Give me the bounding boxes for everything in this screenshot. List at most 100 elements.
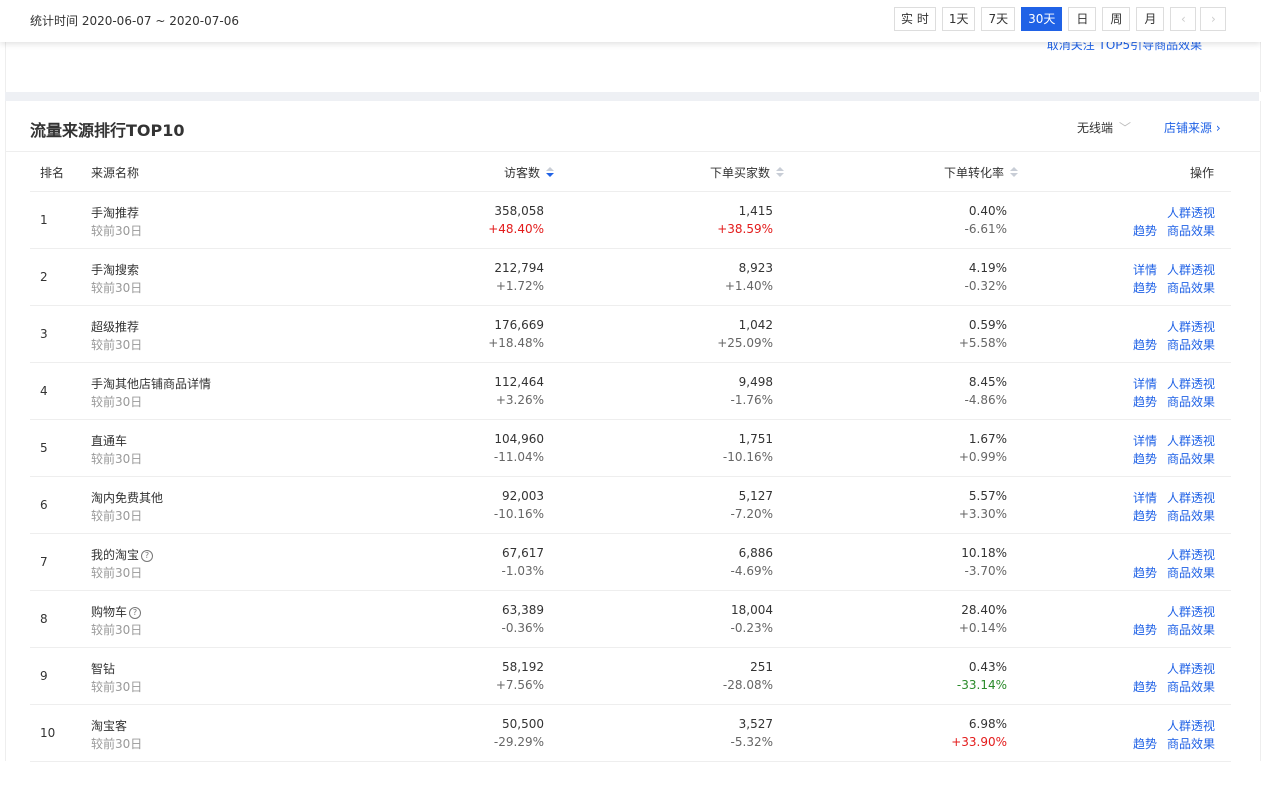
trend-link[interactable]: 趋势: [1133, 509, 1157, 523]
conversion-value: 5.57%: [968, 489, 1007, 503]
actions-bottom: 趋势 商品效果: [1123, 222, 1215, 239]
prev-period-button[interactable]: ‹: [1170, 7, 1197, 31]
header-buyers[interactable]: 下单买家数: [710, 164, 785, 181]
chevron-left-icon: ‹: [1180, 12, 1186, 26]
goods-effect-link[interactable]: 商品效果: [1167, 395, 1215, 409]
crowd-insight-link[interactable]: 人群透视: [1167, 605, 1215, 619]
rank: 2: [40, 270, 48, 284]
header-conversion[interactable]: 下单转化率: [944, 164, 1019, 181]
table-row: 9 智钻 较前30日 58,192 +7.56% 251 -28.08% 0.43% -33.1…: [30, 648, 1231, 705]
conversion-change: +3.30%: [958, 507, 1007, 521]
conversion-change: -0.32%: [964, 279, 1007, 293]
period-1d-button[interactable]: 1天: [941, 7, 976, 31]
period-day-button[interactable]: 日: [1068, 7, 1097, 31]
visitors-value: 212,794: [494, 261, 544, 275]
conversion-change: +5.58%: [958, 336, 1007, 350]
trend-link[interactable]: 趋势: [1133, 224, 1157, 238]
period-7d-button[interactable]: 7天: [981, 7, 1016, 31]
conversion-change: +33.90%: [951, 735, 1007, 749]
goods-effect-link[interactable]: 商品效果: [1167, 566, 1215, 580]
actions-bottom: 趋势 商品效果: [1123, 507, 1215, 524]
period-30d-button[interactable]: 30天: [1021, 7, 1063, 31]
detail-link[interactable]: 详情: [1133, 434, 1157, 448]
goods-effect-link[interactable]: 商品效果: [1167, 281, 1215, 295]
goods-effect-link[interactable]: 商品效果: [1167, 737, 1215, 751]
buyers-change: -7.20%: [730, 507, 773, 521]
crowd-insight-link[interactable]: 人群透视: [1167, 320, 1215, 334]
trend-link[interactable]: 趋势: [1133, 281, 1157, 295]
compare-label: 较前30日: [91, 566, 143, 580]
trend-link[interactable]: 趋势: [1133, 680, 1157, 694]
panel-title: 流量来源排行TOP10: [30, 121, 185, 140]
period-month-button[interactable]: 月: [1136, 7, 1165, 31]
table-row: 5 直通车 较前30日 104,960 -11.04% 1,751 -10.16% 1.67%…: [30, 420, 1231, 477]
detail-link[interactable]: 详情: [1133, 377, 1157, 391]
rank: 1: [40, 213, 48, 227]
goods-effect-link[interactable]: 商品效果: [1167, 680, 1215, 694]
compare-label: 较前30日: [91, 623, 143, 637]
visitors-value: 112,464: [494, 375, 544, 389]
crowd-insight-link[interactable]: 人群透视: [1167, 719, 1215, 733]
buyers-change: -5.32%: [730, 735, 773, 749]
source-name-label: 手淘其他店铺商品详情: [91, 377, 212, 391]
help-icon[interactable]: ?: [141, 550, 154, 562]
source-name-label: 手淘搜索: [91, 263, 140, 277]
header-buyers-label: 下单买家数: [710, 166, 771, 180]
trend-link[interactable]: 趋势: [1133, 338, 1157, 352]
goods-effect-link[interactable]: 商品效果: [1167, 338, 1215, 352]
compare-label: 较前30日: [91, 224, 143, 238]
source-name-label: 淘内免费其他: [91, 491, 164, 505]
header-visitors[interactable]: 访客数: [504, 164, 555, 181]
help-icon[interactable]: ?: [129, 607, 142, 619]
visitors-change: -10.16%: [493, 507, 544, 521]
crowd-insight-link[interactable]: 人群透视: [1167, 434, 1215, 448]
crowd-insight-link[interactable]: 人群透视: [1167, 662, 1215, 676]
buyers-change: -28.08%: [722, 678, 773, 692]
trend-link[interactable]: 趋势: [1133, 737, 1157, 751]
visitors-change: -11.04%: [493, 450, 544, 464]
trend-link[interactable]: 趋势: [1133, 623, 1157, 637]
device-select[interactable]: 无线端 ﹀: [1077, 119, 1131, 136]
actions-top: 详情 人群透视: [1123, 261, 1215, 278]
conversion-value: 8.45%: [968, 375, 1007, 389]
trend-link[interactable]: 趋势: [1133, 452, 1157, 466]
buyers-value: 5,127: [738, 489, 773, 503]
rank: 6: [40, 498, 48, 512]
compare-label: 较前30日: [91, 452, 143, 466]
buyers-value: 1,042: [738, 318, 773, 332]
period-realtime-button[interactable]: 实 时: [894, 7, 936, 31]
detail-link[interactable]: 详情: [1133, 263, 1157, 277]
rank: 9: [40, 669, 48, 683]
next-period-button[interactable]: ›: [1200, 7, 1227, 31]
actions-top: 详情 人群透视: [1123, 375, 1215, 392]
table-row: 7 我的淘宝? 较前30日 67,617 -1.03% 6,886 -4.69% 10.18%…: [30, 534, 1231, 591]
conversion-change: -6.61%: [964, 222, 1007, 236]
visitors-value: 50,500: [502, 717, 544, 731]
store-source-link[interactable]: 店铺来源 ›: [1164, 119, 1221, 136]
goods-effect-link[interactable]: 商品效果: [1167, 623, 1215, 637]
goods-effect-link[interactable]: 商品效果: [1167, 509, 1215, 523]
conversion-change: +0.14%: [958, 621, 1007, 635]
visitors-change: -0.36%: [501, 621, 544, 635]
crowd-insight-link[interactable]: 人群透视: [1167, 548, 1215, 562]
date-range: 统计时间 2020-06-07 ~ 2020-07-06: [30, 14, 239, 28]
period-week-button[interactable]: 周: [1102, 7, 1131, 31]
goods-effect-link[interactable]: 商品效果: [1167, 224, 1215, 238]
crowd-insight-link[interactable]: 人群透视: [1167, 263, 1215, 277]
source-name: 手淘推荐: [91, 204, 139, 221]
source-name: 直通车: [91, 432, 127, 449]
conversion-value: 6.98%: [968, 717, 1007, 731]
chevron-right-icon: ›: [1210, 12, 1216, 26]
trend-link[interactable]: 趋势: [1133, 566, 1157, 580]
crowd-insight-link[interactable]: 人群透视: [1167, 491, 1215, 505]
detail-link[interactable]: 详情: [1133, 491, 1157, 505]
table-row: 2 手淘搜索 较前30日 212,794 +1.72% 8,923 +1.40% 4.19% -…: [30, 249, 1231, 306]
sort-icon: [776, 167, 785, 179]
crowd-insight-link[interactable]: 人群透视: [1167, 206, 1215, 220]
visitors-change: -29.29%: [493, 735, 544, 749]
goods-effect-link[interactable]: 商品效果: [1167, 452, 1215, 466]
trend-link[interactable]: 趋势: [1133, 395, 1157, 409]
header-visitors-label: 访客数: [504, 166, 541, 180]
buyers-value: 251: [750, 660, 773, 674]
crowd-insight-link[interactable]: 人群透视: [1167, 377, 1215, 391]
